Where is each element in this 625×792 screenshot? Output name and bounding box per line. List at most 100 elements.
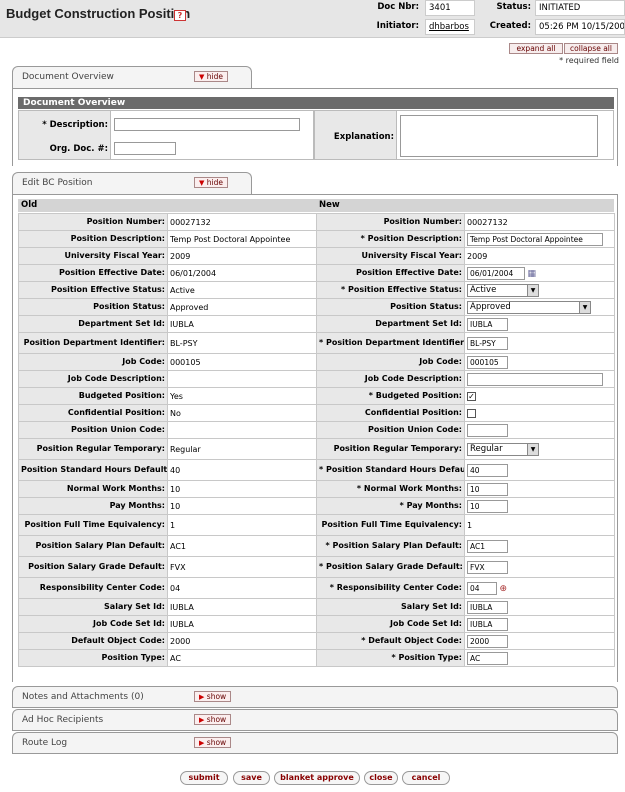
org-doc-label: Org. Doc. #: bbox=[49, 144, 108, 154]
position-comparison-table: Position Number: 00027132 Position Number:… bbox=[18, 213, 615, 667]
new-field-label-text: Department Set Id: bbox=[375, 318, 462, 328]
new-value-input[interactable]: FVX bbox=[467, 560, 508, 574]
submit-button[interactable]: submit bbox=[180, 771, 228, 785]
new-field-label-text: Position Regular Temporary: bbox=[333, 443, 462, 453]
new-value-input[interactable]: AC bbox=[467, 651, 508, 665]
new-field-label: * Responsibility Center Code: bbox=[316, 577, 465, 599]
new-value-checkbox[interactable]: ✓ bbox=[467, 391, 476, 401]
new-field-value bbox=[464, 404, 615, 422]
tab-collapsed: Route Log ▶ show bbox=[12, 732, 618, 754]
new-field-label-text: Salary Set Id: bbox=[401, 601, 462, 611]
new-field-label-text: Position Department Identifier: bbox=[325, 337, 465, 347]
new-field-value: BL-PSY bbox=[464, 332, 615, 354]
search-icon[interactable]: ⊕ bbox=[500, 584, 508, 594]
old-field-label: Position Department Identifier: bbox=[18, 332, 168, 354]
cancel-button[interactable]: cancel bbox=[402, 771, 450, 785]
tab-label: Route Log bbox=[22, 738, 68, 748]
new-value-input[interactable]: AC1 bbox=[467, 539, 508, 553]
old-field-value: IUBLA bbox=[167, 315, 317, 333]
new-field-value: 40 bbox=[464, 459, 615, 481]
old-field-label: Position Status: bbox=[18, 298, 168, 316]
expand-all-button[interactable]: expand all bbox=[509, 43, 563, 54]
new-field-label: University Fiscal Year: bbox=[316, 247, 465, 265]
new-value-input[interactable] bbox=[467, 372, 603, 386]
required-marker: * bbox=[356, 483, 364, 493]
new-value-input[interactable]: 2000 bbox=[467, 634, 508, 648]
required-marker: * bbox=[368, 390, 376, 400]
new-field-label-text: Job Code: bbox=[419, 356, 462, 366]
status-label: Status: bbox=[496, 2, 532, 12]
table-row: Job Code: 000105 Job Code: 000105 bbox=[18, 353, 615, 371]
description-input[interactable] bbox=[114, 118, 300, 131]
hide-document-overview-button[interactable]: ▼ hide bbox=[194, 71, 228, 82]
show-label: show bbox=[206, 738, 227, 747]
new-field-label-text: Position Salary Plan Default: bbox=[332, 540, 462, 550]
table-row: Default Object Code: 2000 * Default Object… bbox=[18, 632, 615, 650]
new-field-value: 00027132 bbox=[464, 213, 615, 231]
new-value-checkbox[interactable] bbox=[467, 408, 476, 418]
new-field-value bbox=[464, 370, 615, 388]
org-doc-input[interactable] bbox=[114, 142, 176, 155]
new-value-select[interactable]: Regular ▼ bbox=[467, 442, 539, 456]
table-row: Pay Months: 10 * Pay Months: 10 bbox=[18, 497, 615, 515]
old-field-value: FVX bbox=[167, 556, 317, 578]
old-field-value: 06/01/2004 bbox=[167, 264, 317, 282]
new-field-value: Temp Post Doctoral Appointee bbox=[464, 230, 615, 248]
close-button[interactable]: close bbox=[364, 771, 398, 785]
calendar-icon[interactable]: ▦ bbox=[528, 269, 537, 279]
new-value-input[interactable]: IUBLA bbox=[467, 317, 508, 331]
new-value-select[interactable]: Active ▼ bbox=[467, 283, 539, 297]
hide-label: hide bbox=[206, 72, 223, 81]
new-value-input[interactable]: 06/01/2004 bbox=[467, 266, 525, 280]
new-value-input[interactable]: 40 bbox=[467, 463, 508, 477]
show-label: show bbox=[206, 692, 227, 701]
table-row: Confidential Position: No Confidential Pos… bbox=[18, 404, 615, 422]
new-field-label: * Position Effective Status: bbox=[316, 281, 465, 299]
new-field-label-text: Position Full Time Equivalency: bbox=[321, 519, 462, 529]
old-field-value bbox=[167, 421, 317, 439]
new-value-input[interactable]: IUBLA bbox=[467, 600, 508, 614]
new-column-header: New bbox=[316, 199, 614, 212]
explanation-textarea[interactable] bbox=[400, 115, 598, 157]
new-value-input[interactable] bbox=[467, 423, 508, 437]
old-field-label: Position Standard Hours Default: bbox=[18, 459, 168, 481]
old-field-value: Yes bbox=[167, 387, 317, 405]
table-row: Position Salary Plan Default: AC1 * Positi… bbox=[18, 535, 615, 557]
new-value-input[interactable]: 000105 bbox=[467, 355, 508, 369]
new-field-label: Salary Set Id: bbox=[316, 598, 465, 616]
old-field-label: Salary Set Id: bbox=[18, 598, 168, 616]
table-row: Position Department Identifier: BL-PSY * P… bbox=[18, 332, 615, 354]
hide-edit-bc-position-button[interactable]: ▼ hide bbox=[194, 177, 228, 188]
new-field-value: 000105 bbox=[464, 353, 615, 371]
new-field-label: Position Full Time Equivalency: bbox=[316, 514, 465, 536]
new-value-input[interactable]: 10 bbox=[467, 482, 508, 496]
save-button[interactable]: save bbox=[233, 771, 270, 785]
new-field-value bbox=[464, 421, 615, 439]
triangle-right-icon: ▶ bbox=[199, 739, 205, 747]
blanket-approve-button[interactable]: blanket approve bbox=[274, 771, 360, 785]
new-value-select[interactable]: Approved ▼ bbox=[467, 300, 591, 314]
triangle-right-icon: ▶ bbox=[199, 716, 205, 724]
new-field-label-text: Position Union Code: bbox=[367, 424, 462, 434]
new-field-label: * Budgeted Position: bbox=[316, 387, 465, 405]
new-value-input[interactable]: IUBLA bbox=[467, 617, 508, 631]
show-tab-button[interactable]: ▶ show bbox=[194, 691, 232, 702]
new-field-label: * Position Standard Hours Default: bbox=[316, 459, 465, 481]
new-value-input[interactable]: 10 bbox=[467, 499, 508, 513]
show-tab-button[interactable]: ▶ show bbox=[194, 714, 232, 725]
old-column-header: Old bbox=[18, 199, 316, 212]
tab-edit-bc-position: Edit BC Position ▼ hide bbox=[12, 172, 618, 194]
new-field-label: * Position Type: bbox=[316, 649, 465, 667]
collapse-all-button[interactable]: collapse all bbox=[564, 43, 618, 54]
show-tab-button[interactable]: ▶ show bbox=[194, 737, 232, 748]
required-marker: * bbox=[329, 582, 337, 592]
new-field-value: Active ▼ bbox=[464, 281, 615, 299]
action-buttons: submit save blanket approve close cancel bbox=[0, 771, 625, 787]
help-icon[interactable]: ? bbox=[174, 10, 186, 21]
new-value-input[interactable]: BL-PSY bbox=[467, 336, 508, 350]
new-value-input[interactable]: 04 bbox=[467, 581, 497, 595]
required-field-note: * required field bbox=[559, 56, 619, 65]
new-value-input[interactable]: Temp Post Doctoral Appointee bbox=[467, 232, 603, 246]
explanation-label: Explanation: bbox=[333, 132, 394, 142]
initiator-link[interactable]: dhbarbos bbox=[425, 19, 475, 35]
